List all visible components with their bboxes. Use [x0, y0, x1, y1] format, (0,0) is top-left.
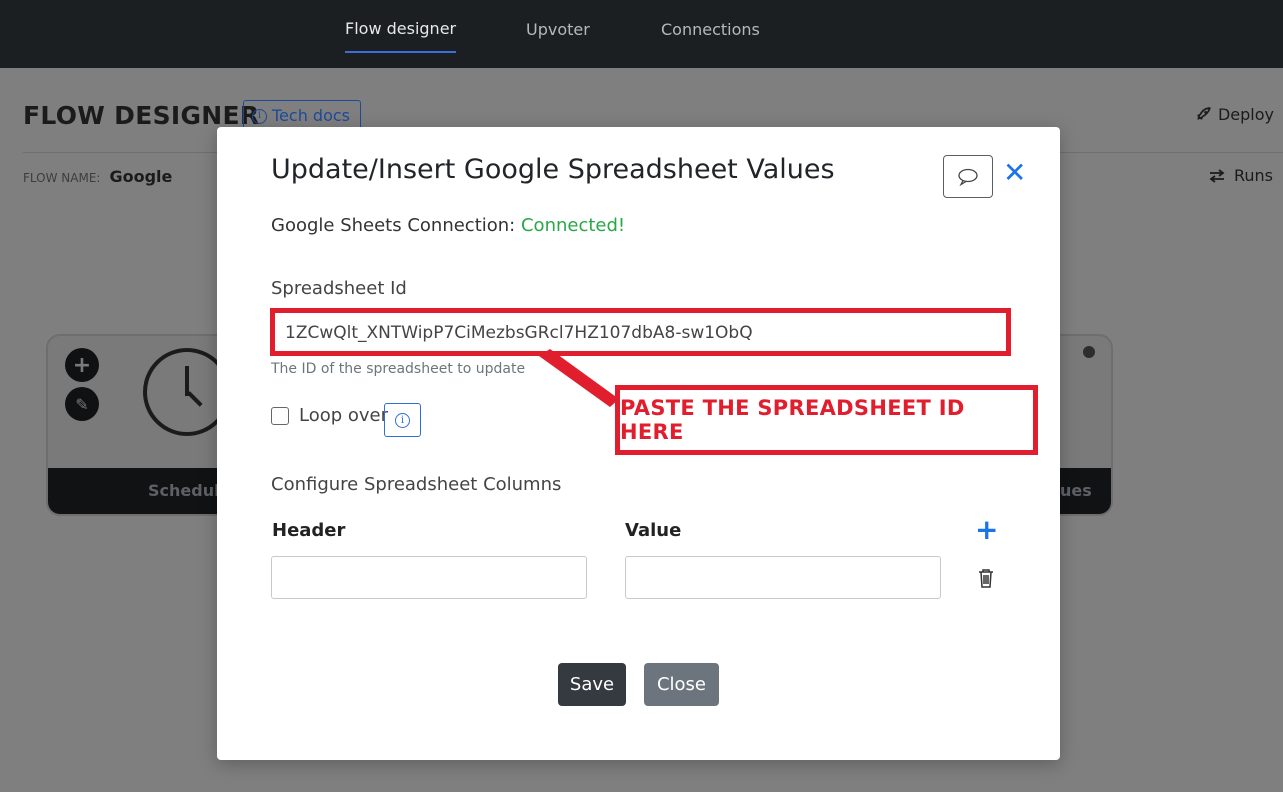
close-button[interactable]: Close	[644, 663, 719, 706]
connection-status: Google Sheets Connection: Connected!	[271, 215, 625, 236]
save-button[interactable]: Save	[558, 663, 626, 706]
comment-button[interactable]	[943, 155, 993, 198]
page-title: FLOW DESIGNER	[23, 101, 260, 130]
plus-icon[interactable]: +	[65, 348, 99, 382]
deploy-label: Deploy	[1217, 105, 1274, 124]
tab-flow-designer[interactable]: Flow designer	[345, 0, 457, 60]
add-column-button[interactable]: +	[975, 516, 998, 544]
pencil-icon[interactable]: ✎	[65, 387, 99, 421]
loop-over-row: Loop over	[271, 405, 388, 426]
status-dot	[1083, 346, 1095, 358]
info-icon: i	[252, 108, 267, 124]
connection-label: Google Sheets Connection:	[271, 215, 516, 236]
flow-name: FLOW NAME: Google	[23, 167, 172, 186]
loop-over-label: Loop over	[299, 405, 389, 426]
swap-arrows-icon	[1209, 168, 1225, 183]
top-nav: Flow designer Upvoter Connections	[0, 0, 1283, 68]
runs-label: Runs	[1233, 166, 1273, 185]
header-input[interactable]	[271, 556, 587, 599]
trash-icon[interactable]	[977, 568, 995, 588]
chat-bubble-icon	[958, 168, 978, 186]
header-column-label: Header	[272, 520, 346, 541]
deploy-button[interactable]: Deploy	[1195, 105, 1274, 124]
flow-name-label: FLOW NAME:	[23, 171, 101, 185]
spreadsheet-id-label: Spreadsheet Id	[271, 278, 407, 299]
node-label: Schedule	[48, 468, 244, 514]
info-icon: i	[395, 412, 410, 428]
value-column-label: Value	[625, 520, 682, 541]
tab-upvoter[interactable]: Upvoter	[526, 0, 590, 60]
tab-connections[interactable]: Connections	[661, 0, 760, 60]
flow-name-value: Google	[109, 167, 173, 186]
loop-info-button[interactable]: i	[384, 403, 421, 437]
annotation-callout: PASTE THE SPREADSHEET ID HERE	[615, 385, 1038, 455]
loop-over-checkbox[interactable]	[271, 406, 289, 425]
rocket-icon	[1197, 107, 1211, 120]
columns-section-label: Configure Spreadsheet Columns	[271, 474, 562, 495]
runs-button[interactable]: Runs	[1208, 166, 1273, 185]
modal-title: Update/Insert Google Spreadsheet Values	[271, 154, 835, 185]
annotation-highlight-box	[270, 308, 1011, 356]
value-input[interactable]	[625, 556, 941, 599]
spreadsheet-id-hint: The ID of the spreadsheet to update	[271, 361, 526, 377]
flow-node-schedule[interactable]: + ✎ Schedule	[46, 334, 246, 516]
close-icon[interactable]: ✕	[1003, 157, 1026, 189]
connection-status-value: Connected!	[520, 215, 626, 236]
spreadsheet-modal: Update/Insert Google Spreadsheet Values …	[217, 127, 1060, 760]
